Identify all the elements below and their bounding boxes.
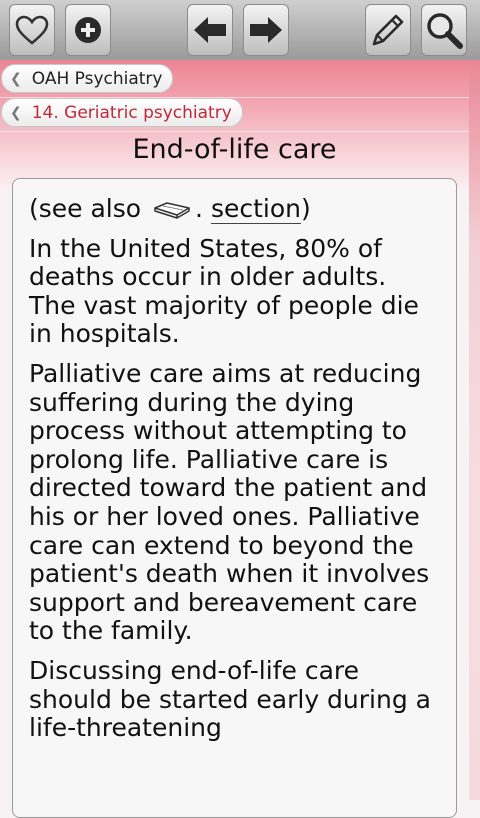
see-also-mid: . [195,194,203,223]
breadcrumb-oah-psychiatry[interactable]: ❮ OAH Psychiatry [1,64,174,93]
book-icon [154,202,190,219]
favorites-button[interactable] [9,4,55,56]
add-button[interactable] [65,4,111,56]
see-also-prefix: (see also [29,194,142,223]
magnifier-icon [427,13,463,49]
search-button[interactable] [421,4,467,56]
plus-circle-icon [75,17,101,43]
breadcrumb-label: OAH Psychiatry [31,68,163,89]
arrow-left-icon [194,17,226,43]
edit-button[interactable] [365,4,411,56]
chevron-left-icon: ❮ [10,70,22,87]
forward-button[interactable] [243,4,289,56]
page-title: End-of-life care [132,134,337,165]
paragraph: In the United States, 80% of deaths occu… [29,233,419,349]
chevron-left-icon: ❮ [10,104,22,121]
scroll-edge [469,60,480,800]
toolbar [0,0,480,61]
breadcrumb-geriatric-psychiatry[interactable]: ❮ 14. Geriatric psychiatry [1,98,243,127]
breadcrumb-label: 14. Geriatric psychiatry [31,102,232,123]
paragraph: Palliative care aims at reducing sufferi… [29,358,430,646]
pencil-icon [372,14,404,46]
see-also-suffix: ) [300,194,311,223]
divider [0,131,469,132]
paragraph: Discussing end-of-life care should be st… [29,655,431,743]
article-body: (see also . section) In the United State… [12,178,457,818]
arrow-right-icon [250,17,282,43]
heart-icon [15,15,49,45]
back-button[interactable] [187,4,233,56]
section-link[interactable]: section [210,194,301,224]
see-also-line: (see also . section) [29,194,440,224]
